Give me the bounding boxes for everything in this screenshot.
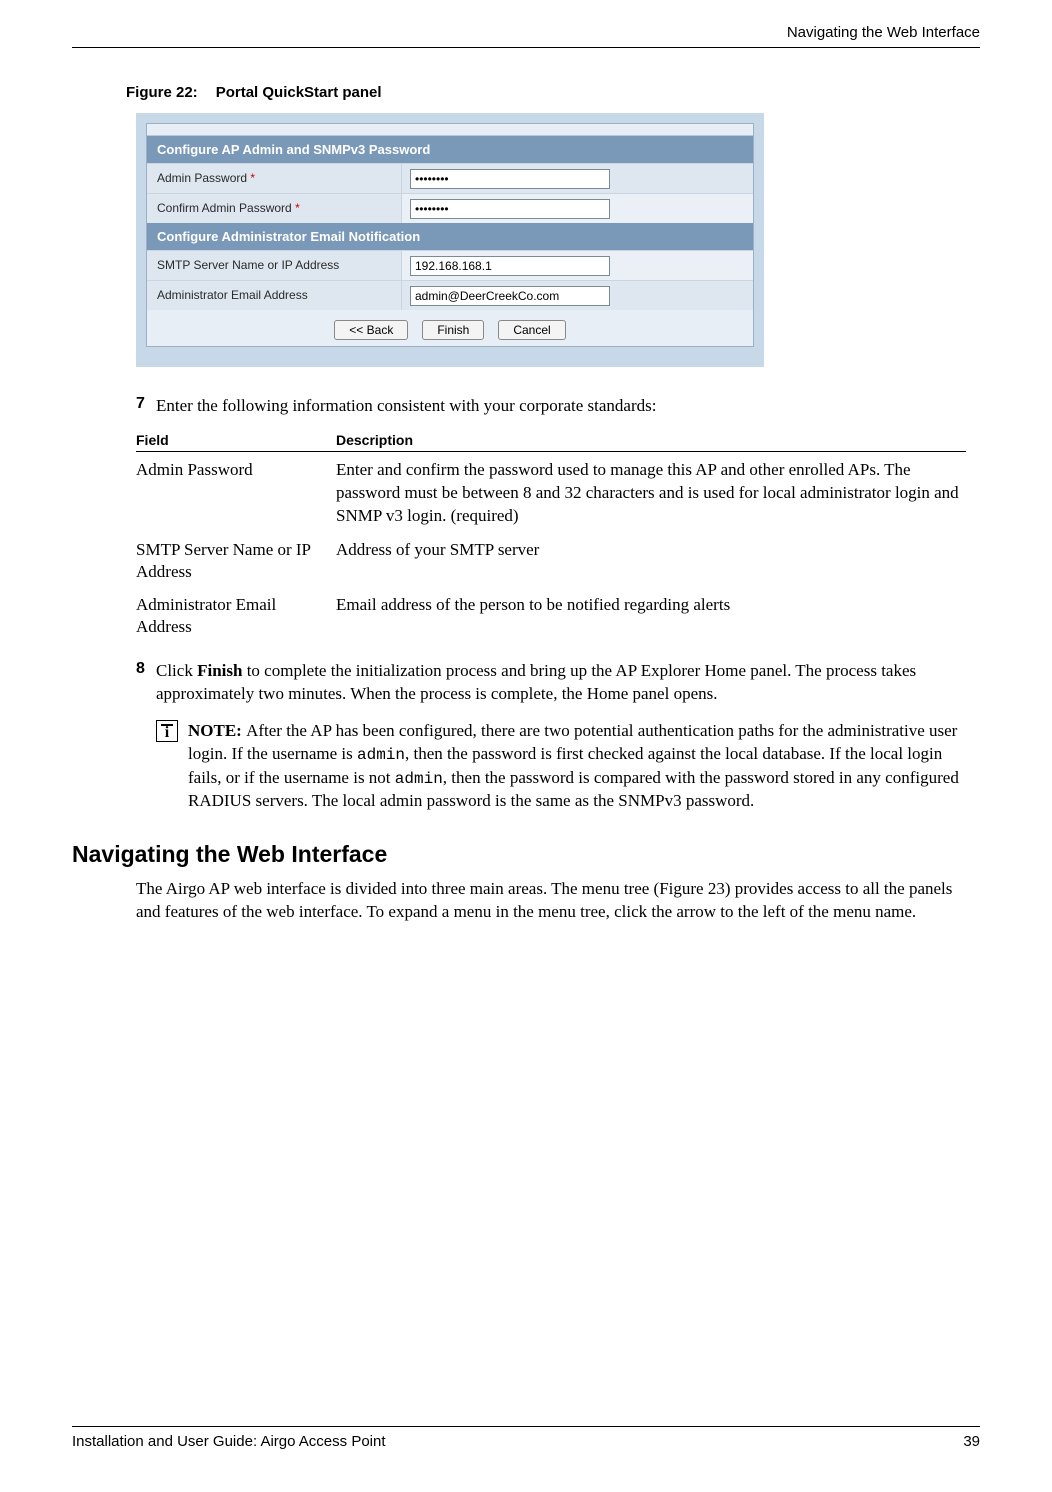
label-admin-email: Administrator Email Address (147, 281, 402, 310)
panel-section-header-email: Configure Administrator Email Notificati… (147, 223, 753, 250)
back-button[interactable]: << Back (334, 320, 408, 340)
footer-left: Installation and User Guide: Airgo Acces… (72, 1433, 386, 1450)
admin-password-field[interactable] (410, 169, 610, 189)
label-confirm-admin-password: Confirm Admin Password * (147, 194, 402, 223)
footer-page-number: 39 (963, 1433, 980, 1450)
step-text: Enter the following information consiste… (156, 395, 970, 418)
table-row: SMTP Server Name or IP Address Address o… (136, 532, 966, 587)
label-smtp-server: SMTP Server Name or IP Address (147, 251, 402, 280)
table-cell: Email address of the person to be notifi… (336, 594, 966, 638)
table-cell: Administrator Email Address (136, 594, 336, 638)
step-text: Click Finish to complete the initializat… (156, 660, 970, 706)
field-description-table: Field Description Admin Password Enter a… (136, 432, 966, 642)
confirm-admin-password-field[interactable] (410, 199, 610, 219)
finish-button[interactable]: Finish (422, 320, 484, 340)
cancel-button[interactable]: Cancel (498, 320, 565, 340)
table-cell: SMTP Server Name or IP Address (136, 539, 336, 583)
table-header-field: Field (136, 432, 336, 448)
figure-caption: Figure 22: Portal QuickStart panel (126, 84, 980, 101)
table-row: Admin Password Enter and confirm the pas… (136, 452, 966, 532)
section-heading: Navigating the Web Interface (72, 841, 980, 868)
smtp-server-field[interactable] (410, 256, 610, 276)
table-cell: Address of your SMTP server (336, 539, 966, 583)
info-icon: i (156, 720, 178, 742)
note-text: NOTE: After the AP has been configured, … (188, 720, 970, 813)
table-row: Administrator Email Address Email addres… (136, 587, 966, 642)
table-cell: Enter and confirm the password used to m… (336, 459, 966, 528)
figure-title: Portal QuickStart panel (216, 84, 382, 101)
step-number: 7 (136, 395, 156, 418)
step-number: 8 (136, 660, 156, 706)
running-header: Navigating the Web Interface (72, 24, 980, 47)
required-marker-icon: * (250, 171, 255, 185)
required-marker-icon: * (295, 201, 300, 215)
label-admin-password: Admin Password * (147, 164, 402, 193)
header-rule (72, 47, 980, 48)
table-cell: Admin Password (136, 459, 336, 528)
table-header-description: Description (336, 432, 966, 448)
body-paragraph: The Airgo AP web interface is divided in… (136, 878, 970, 924)
quickstart-panel: Configure AP Admin and SNMPv3 Password A… (136, 113, 764, 367)
panel-section-header-password: Configure AP Admin and SNMPv3 Password (147, 136, 753, 163)
admin-email-field[interactable] (410, 286, 610, 306)
figure-label: Figure 22: (126, 84, 198, 101)
